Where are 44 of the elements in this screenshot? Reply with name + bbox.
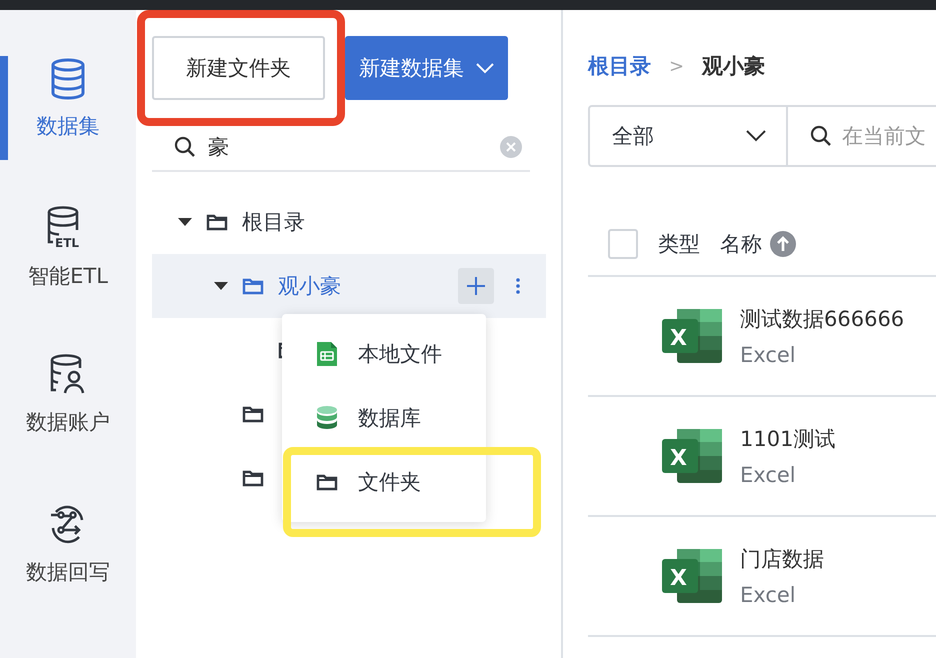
select-all-checkbox[interactable] xyxy=(608,229,638,259)
file-name[interactable]: 门店数据 xyxy=(740,545,824,573)
sidebar-item[interactable]: 数据集 xyxy=(0,36,136,184)
search-icon xyxy=(174,136,196,158)
menu-item[interactable]: 数据库 xyxy=(282,386,486,450)
folder-icon xyxy=(242,469,264,487)
menu-item[interactable]: 文件夹 xyxy=(282,450,486,514)
expand-triangle-icon[interactable] xyxy=(214,282,228,290)
file-name[interactable]: 1101测试 xyxy=(740,425,836,453)
add-button[interactable] xyxy=(458,268,494,304)
chevron-down-icon xyxy=(476,62,494,74)
folder-icon xyxy=(242,405,264,423)
sidebar-item[interactable]: 数据回写 xyxy=(0,480,136,628)
tree-search-field[interactable]: 豪 xyxy=(206,134,490,160)
tree-item-label[interactable]: 根目录 xyxy=(242,208,305,236)
folder-icon xyxy=(206,213,228,231)
sort-up-icon[interactable] xyxy=(770,231,796,257)
more-icon xyxy=(516,278,520,294)
folder-icon xyxy=(316,473,338,491)
new-dataset-button[interactable]: 新建数据集 xyxy=(345,36,508,100)
file-name[interactable]: 测试数据666666 xyxy=(740,305,904,333)
folder-icon xyxy=(242,277,264,295)
file-type: Excel xyxy=(740,343,797,367)
expand-triangle-icon[interactable] xyxy=(178,218,192,226)
breadcrumb-separator: > xyxy=(669,56,684,76)
sidebar-item[interactable]: ETL 智能ETL xyxy=(0,184,136,332)
new-folder-button[interactable]: 新建文件夹 xyxy=(152,36,325,100)
spreadsheet-icon xyxy=(316,341,338,367)
file-type: Excel xyxy=(740,583,797,607)
breadcrumb-current: 观小豪 xyxy=(702,53,766,80)
column-header[interactable]: 类型 xyxy=(658,230,700,258)
tree-item-label[interactable]: 观小豪 xyxy=(278,272,341,300)
menu-item[interactable]: 本地文件 xyxy=(282,322,486,386)
chevron-down-icon xyxy=(746,130,766,142)
type-dropdown[interactable]: 全部 xyxy=(588,105,788,167)
search-icon xyxy=(810,125,832,147)
breadcrumb-link[interactable]: 根目录 xyxy=(588,52,651,80)
column-header[interactable]: 名称 xyxy=(720,230,762,258)
database-user-icon xyxy=(50,354,86,396)
database-icon xyxy=(50,58,86,100)
database-icon xyxy=(316,405,338,431)
plus-icon xyxy=(466,276,486,296)
file-type: Excel xyxy=(740,463,797,487)
sidebar-item[interactable]: 数据账户 xyxy=(0,332,136,480)
